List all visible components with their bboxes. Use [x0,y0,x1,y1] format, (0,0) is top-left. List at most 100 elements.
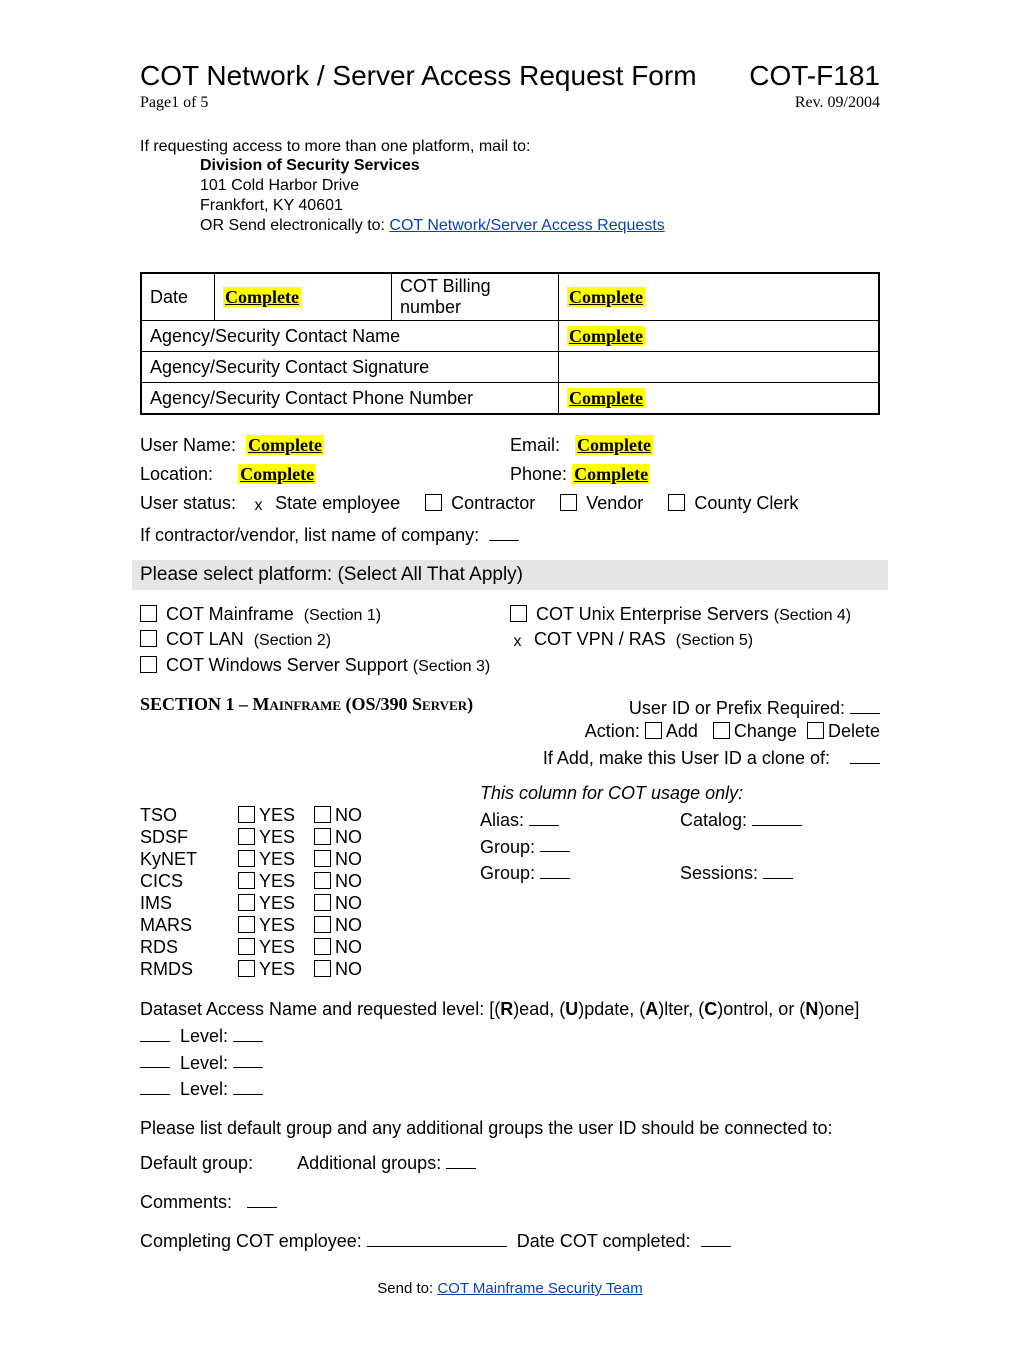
level-1-label: Level: [180,1026,228,1046]
unix-checkbox[interactable] [510,605,527,622]
sessions-field[interactable] [763,859,793,879]
level-2-label: Level: [180,1052,228,1072]
contact-phone-value[interactable]: Complete [567,388,645,408]
county-clerk-label: County Clerk [694,493,798,513]
windows-checkbox[interactable] [140,656,157,673]
contact-name-label: Agency/Security Contact Name [141,321,559,352]
contact-sig-value[interactable] [559,352,880,383]
dataset-name-2[interactable] [140,1049,170,1069]
contact-sig-label: Agency/Security Contact Signature [141,352,559,383]
email-link[interactable]: COT Network/Server Access Requests [389,217,664,234]
level-1-field[interactable] [233,1022,263,1042]
vendor-checkbox[interactable] [560,494,577,511]
windows-note: (Section 3) [413,658,490,675]
page-number: Page1 of 5 [140,94,208,112]
yes-checkbox[interactable] [238,828,255,845]
yes-checkbox[interactable] [238,850,255,867]
yes-checkbox[interactable] [238,938,255,955]
mainframe-checkbox[interactable] [140,605,157,622]
yes-checkbox[interactable] [238,894,255,911]
default-group-label: Default group: [140,1153,253,1173]
yes-checkbox[interactable] [238,806,255,823]
table-row: MARSYESNO [140,915,368,937]
alias-label: Alias: [480,810,524,830]
location-value[interactable]: Complete [238,464,316,484]
date-completed-label: Date COT completed: [517,1231,691,1251]
group2-field[interactable] [540,859,570,879]
action-add-checkbox[interactable] [645,722,662,739]
billing-value[interactable]: Complete [567,287,645,307]
option-name: IMS [140,893,238,915]
action-add-label: Add [666,721,698,741]
email-value[interactable]: Complete [575,435,653,455]
lan-checkbox[interactable] [140,630,157,647]
phone-value[interactable]: Complete [572,464,650,484]
contractor-checkbox[interactable] [425,494,442,511]
table-row: KyNETYESNO [140,849,368,871]
revision: Rev. 09/2004 [795,94,880,112]
date-label: Date [141,273,215,321]
contractor-label: Contractor [451,493,535,513]
mainframe-options-table: TSOYESNOSDSFYESNOKyNETYESNOCICSYESNOIMSY… [140,805,368,981]
action-delete-checkbox[interactable] [807,722,824,739]
sessions-label: Sessions: [680,863,758,883]
comments-label: Comments: [140,1192,232,1212]
company-field[interactable] [489,521,519,541]
option-name: RDS [140,937,238,959]
no-checkbox[interactable] [314,806,331,823]
yes-checkbox[interactable] [238,960,255,977]
catalog-label: Catalog: [680,810,747,830]
location-label: Location: [140,464,213,484]
action-change-checkbox[interactable] [713,722,730,739]
userid-field[interactable] [850,694,880,714]
billing-label: COT Billing number [392,273,559,321]
intro-line: If requesting access to more than one pl… [140,138,880,156]
no-checkbox[interactable] [314,872,331,889]
group1-field[interactable] [540,833,570,853]
completing-employee-field[interactable] [367,1227,507,1247]
yes-checkbox[interactable] [238,872,255,889]
contact-phone-label: Agency/Security Contact Phone Number [141,383,559,415]
table-row: RMDSYESNO [140,959,368,981]
comments-field[interactable] [247,1188,277,1208]
company-label: If contractor/vendor, list name of compa… [140,525,479,545]
level-2-field[interactable] [233,1049,263,1069]
table-row: SDSFYESNO [140,827,368,849]
additional-groups-field[interactable] [446,1149,476,1169]
vpn-note: (Section 5) [676,632,753,649]
level-3-field[interactable] [233,1075,263,1095]
contact-name-value[interactable]: Complete [567,326,645,346]
no-checkbox[interactable] [314,828,331,845]
footer-link[interactable]: COT Mainframe Security Team [437,1280,642,1297]
alias-field[interactable] [529,806,559,826]
user-status-label: User status: [140,493,236,513]
date-value[interactable]: Complete [223,287,301,307]
dataset-access-line: Dataset Access Name and requested level:… [140,999,880,1020]
county-clerk-checkbox[interactable] [668,494,685,511]
date-completed-field[interactable] [701,1227,731,1247]
option-name: MARS [140,915,238,937]
table-row: TSOYESNO [140,805,368,827]
no-checkbox[interactable] [314,938,331,955]
dataset-name-1[interactable] [140,1022,170,1042]
clone-field[interactable] [850,744,880,764]
cot-only-header: This column for COT usage only: [480,783,880,804]
unix-note: (Section 4) [774,607,851,624]
catalog-field[interactable] [752,806,802,826]
footer-sendto: Send to: [377,1280,437,1297]
form-code: COT-F181 [749,60,880,92]
vpn-label: COT VPN / RAS [534,629,666,649]
state-employee-checkbox[interactable]: x [251,497,266,515]
no-checkbox[interactable] [314,894,331,911]
dataset-name-3[interactable] [140,1075,170,1095]
username-value[interactable]: Complete [246,435,324,455]
mainframe-label: COT Mainframe [166,604,294,624]
no-checkbox[interactable] [314,960,331,977]
yes-checkbox[interactable] [238,916,255,933]
vpn-checkbox[interactable]: x [510,633,525,651]
no-checkbox[interactable] [314,850,331,867]
state-employee-label: State employee [275,493,400,513]
lan-label: COT LAN [166,629,244,649]
no-checkbox[interactable] [314,916,331,933]
userid-label: User ID or Prefix Required: [629,698,845,718]
